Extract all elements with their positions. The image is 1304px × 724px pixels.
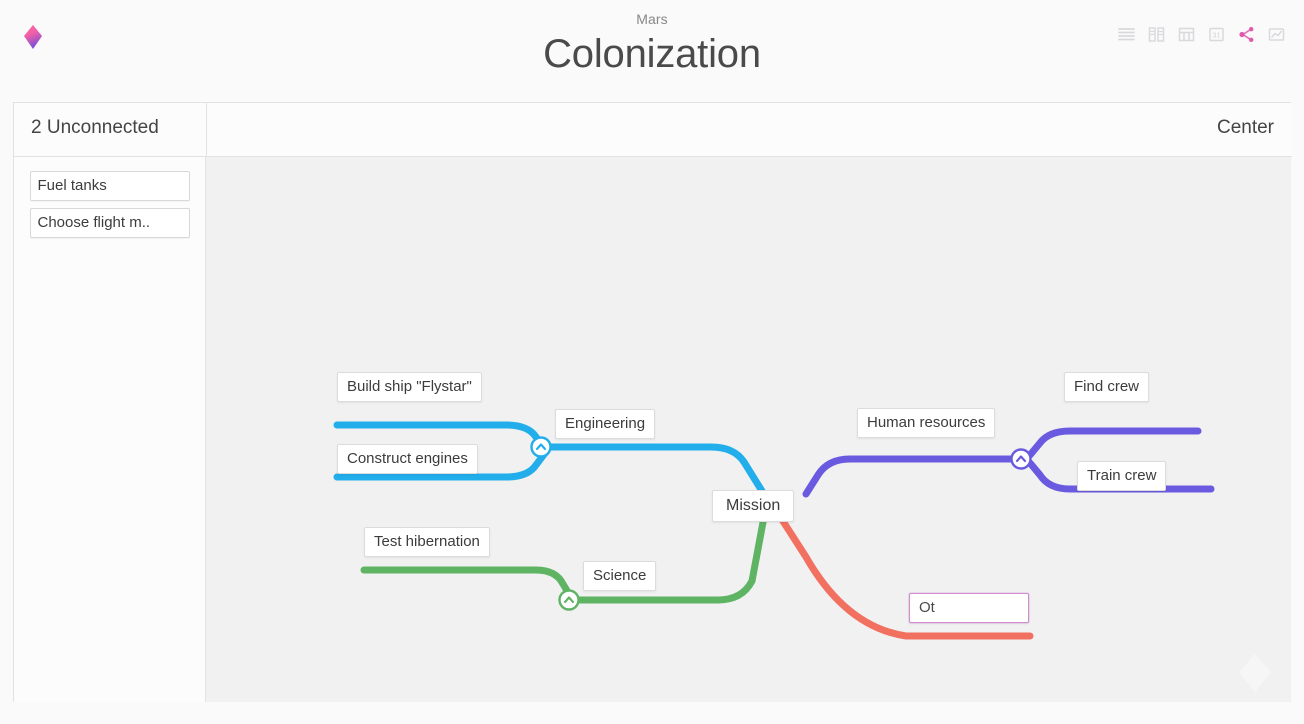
mindmap-edges xyxy=(333,421,1215,640)
node-find-crew[interactable]: Find crew xyxy=(1064,372,1150,402)
list-item[interactable]: Fuel tanks xyxy=(29,171,190,201)
diamond-logo-icon[interactable] xyxy=(22,24,44,50)
graph-view-frame: 2 Unconnected Center Fuel tanks Choose f… xyxy=(13,102,1292,702)
column-header-row: 2 Unconnected Center xyxy=(14,103,1292,157)
unconnected-column-title: 2 Unconnected xyxy=(31,117,159,138)
unconnected-sidebar: Fuel tanks Choose flight m.. xyxy=(14,157,206,702)
node-test-hibernation[interactable]: Test hibernation xyxy=(364,527,490,557)
table-view-icon[interactable] xyxy=(1177,25,1196,44)
node-mission-center[interactable]: Mission xyxy=(712,490,795,522)
node-science[interactable]: Science xyxy=(583,561,657,591)
node-other-editing[interactable]: Ot xyxy=(909,593,1029,623)
node-engineering[interactable]: Engineering xyxy=(555,409,656,439)
center-column-title: Center xyxy=(1216,117,1274,138)
board-view-icon[interactable] xyxy=(1147,25,1166,44)
chart-view-icon[interactable] xyxy=(1267,25,1286,44)
view-toolbar: 31 xyxy=(1117,25,1286,44)
list-item[interactable]: Choose flight m.. xyxy=(29,208,190,238)
node-human-resources[interactable]: Human resources xyxy=(857,408,996,438)
node-construct-engines[interactable]: Construct engines xyxy=(337,444,478,474)
app-header: Mars Colonization 31 xyxy=(0,0,1304,100)
header-divider xyxy=(206,103,207,157)
mindmap-canvas[interactable]: Build ship "Flystar" Construct engines E… xyxy=(206,157,1291,702)
calendar-view-icon[interactable]: 31 xyxy=(1207,25,1226,44)
svg-text:31: 31 xyxy=(1212,30,1220,39)
list-view-icon[interactable] xyxy=(1117,25,1136,44)
page-subtitle: Mars xyxy=(636,11,668,27)
graph-view-icon[interactable] xyxy=(1237,25,1256,44)
node-build-ship[interactable]: Build ship "Flystar" xyxy=(337,372,482,402)
page-title: Colonization xyxy=(543,32,761,76)
title-block: Mars Colonization xyxy=(0,10,1304,80)
node-train-crew[interactable]: Train crew xyxy=(1077,461,1167,491)
